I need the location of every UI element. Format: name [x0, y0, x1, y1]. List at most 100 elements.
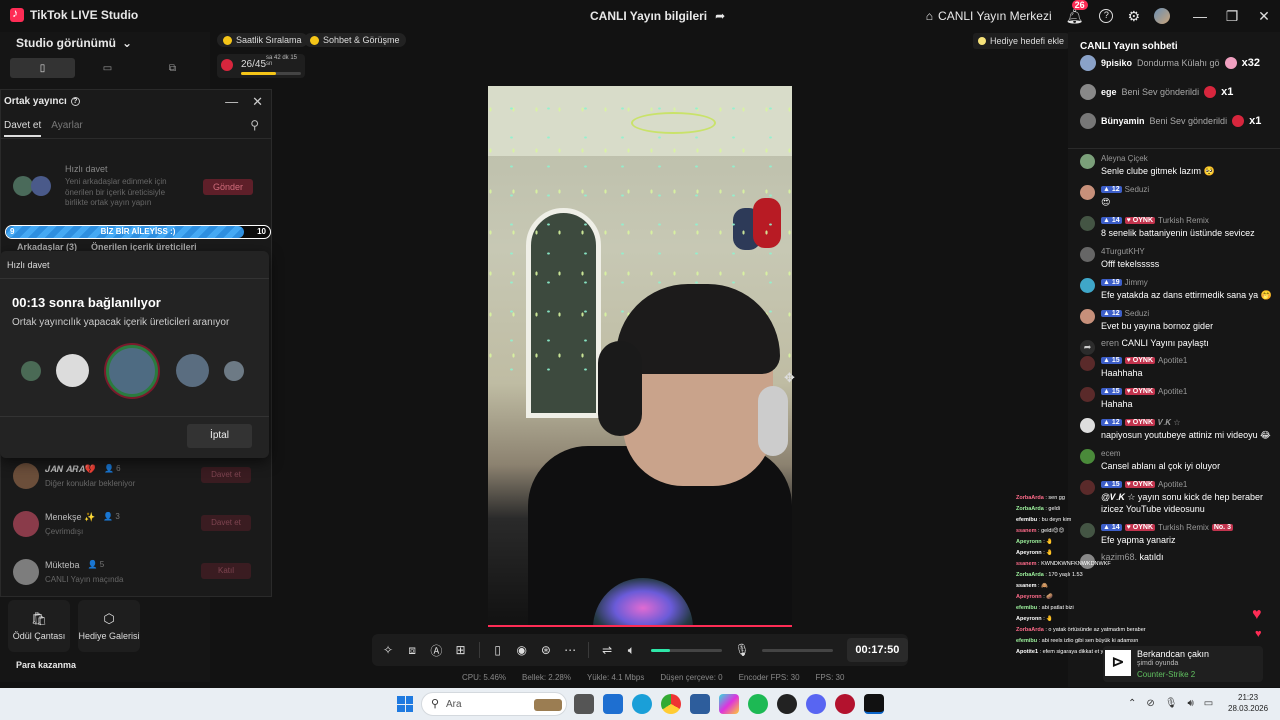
share-user[interactable]: eren [1101, 338, 1119, 348]
gift-count: x32 [1241, 57, 1260, 69]
replay-icon[interactable]: ⊛ [534, 643, 558, 657]
chat-user[interactable]: Jimmy [1125, 278, 1148, 287]
audio-settings-icon[interactable]: ⇌ [595, 643, 619, 657]
stream-preview[interactable] [488, 86, 792, 627]
avatar [1080, 278, 1095, 293]
gift-goal-widget[interactable]: 26/45 sa 42 dk 15 sn [217, 54, 305, 78]
volume-tray-icon[interactable]: 🔊︎ [1187, 698, 1193, 709]
network-icon[interactable]: ⊘ [1146, 698, 1154, 709]
close-button[interactable]: ✕ [1248, 8, 1280, 25]
cancel-button[interactable]: İptal [187, 424, 252, 448]
copilot-icon[interactable] [719, 694, 739, 714]
portrait-view-icon[interactable]: ▯ [10, 58, 75, 78]
divider [0, 278, 269, 279]
add-source-icon[interactable]: ⊞ [448, 643, 472, 657]
now-playing-name: Berkandcan çakın [1137, 649, 1210, 659]
phone-icon[interactable]: ▯ [486, 643, 510, 657]
overlay-chat-line: Apeyronn : 🤚 [1016, 550, 1054, 556]
now-playing-notification[interactable]: ⊳ Berkandcan çakın şimdi oyunda Counter-… [1103, 646, 1263, 682]
chevron-up-icon[interactable]: ⌃ [1128, 698, 1136, 709]
gift-gallery-button[interactable]: ⬡ Hediye Galerisi [78, 600, 140, 652]
task-view-icon[interactable] [574, 694, 594, 714]
info-icon[interactable]: ? [70, 97, 80, 106]
studio-view-dropdown[interactable]: Studio görünümü ⌄ [16, 36, 132, 50]
discord-icon[interactable] [806, 694, 826, 714]
fan-club-badge: ♥ OYNK [1124, 217, 1156, 224]
chat-message: ▲ 12 Seduzi 😍 [1080, 183, 1276, 208]
tab-settings[interactable]: Ayarlar [51, 120, 83, 137]
taskbar-search[interactable]: ⚲ Ara [421, 692, 567, 716]
record-icon[interactable]: ◉ [510, 643, 534, 657]
join-button[interactable]: Katıl [201, 563, 251, 579]
friend-count: 👤 6 [103, 464, 121, 473]
add-gift-goal-button[interactable]: Hediye hedefi ekle [973, 33, 1070, 49]
profile-avatar[interactable] [1154, 8, 1170, 24]
chat-user[interactable]: Seduzi [1125, 185, 1149, 194]
mic-tray-icon[interactable]: 🎙︎ [1165, 698, 1178, 709]
reward-bag-button[interactable]: 🛍︎ Ödül Çantası [8, 600, 70, 652]
chrome-icon[interactable] [661, 694, 681, 714]
microphone-icon[interactable]: 🎙︎ [730, 643, 754, 657]
windows-start-icon[interactable] [397, 696, 413, 712]
invite-button[interactable]: Davet et [201, 467, 251, 483]
add-gift-goal-label: Hediye hedefi ekle [990, 36, 1065, 46]
close-panel-button[interactable]: ✕ [252, 94, 263, 110]
app-icon[interactable] [777, 694, 797, 714]
more-icon[interactable]: ⋯ [558, 643, 582, 657]
minimize-button[interactable]: — [1184, 8, 1216, 24]
live-center-button[interactable]: ⌂ CANLI Yayın Merkezi [926, 9, 1052, 23]
chat-user[interactable]: Aleyna Çiçek [1101, 154, 1148, 163]
send-button[interactable]: Gönder [203, 179, 253, 195]
tab-invite[interactable]: Davet et [4, 120, 42, 137]
quick-invite-desc: Yeni arkadaşlar edinmek için önerilen bi… [65, 177, 167, 207]
battery-icon[interactable]: ▭ [1204, 698, 1213, 709]
ai-icon[interactable]: Ⓐ [424, 642, 448, 659]
rose-gift-icon [221, 59, 233, 71]
suggested-avatar [31, 176, 51, 196]
minimize-panel-button[interactable]: — [225, 94, 238, 110]
gift-text: Beni Sev gönderildi [1121, 87, 1200, 97]
hourly-ranking-button[interactable]: Saatlik Sıralama [217, 33, 308, 47]
level-badge: ▲ 15 [1101, 388, 1122, 395]
help-icon[interactable]: ? [1099, 9, 1114, 23]
chat-user[interactable]: Apotite1 [1158, 387, 1187, 396]
chat-user[interactable]: 𝑽.𝑲 ☆ [1158, 418, 1181, 428]
friend-count: 👤 3 [103, 512, 120, 521]
chat-user[interactable]: 4TurgutKHY [1101, 247, 1145, 256]
avatar [1080, 185, 1095, 200]
magic-wand-icon[interactable]: ✧ [376, 643, 400, 657]
dual-view-icon[interactable]: ⧉ [140, 58, 205, 78]
edge-icon[interactable] [632, 694, 652, 714]
media-player-icon[interactable] [835, 694, 855, 714]
monetization-heading: Para kazanma [16, 660, 77, 670]
avatar [224, 361, 244, 381]
chat-user[interactable]: ecem [1101, 449, 1121, 458]
chat-user[interactable]: Turkish Remix [1158, 216, 1209, 225]
friend-count: 👤 5 [87, 560, 105, 569]
chat-text: Senle clube gitmek lazım 🥺 [1101, 166, 1215, 176]
settings-gear-icon[interactable]: ⚙ [1127, 8, 1140, 25]
search-icon[interactable]: ⚲ [250, 118, 259, 132]
chat-user[interactable]: Apotite1 [1158, 480, 1187, 489]
maximize-button[interactable]: ❐ [1216, 8, 1248, 25]
layout-icon[interactable]: ⧈ [400, 643, 424, 658]
chat-call-button[interactable]: Sohbet & Görüşme [304, 33, 406, 47]
clock[interactable]: 21:23 28.03.2026 [1228, 692, 1268, 714]
overlay-chat-line: Apeyronn : 🤚 [1016, 616, 1054, 622]
landscape-view-icon[interactable]: ▭ [75, 58, 140, 78]
tiktok-studio-icon[interactable] [864, 694, 884, 714]
chat-user[interactable]: Seduzi [1125, 309, 1149, 318]
mic-volume-slider[interactable] [762, 648, 833, 652]
notifications-button[interactable]: 🔔︎ 26 [1066, 0, 1088, 25]
spotify-icon[interactable] [748, 694, 768, 714]
quick-invite-dialog: Hızlı davet 00:13 sonra bağlanılıyor Ort… [0, 251, 269, 458]
settings-app-icon[interactable] [690, 694, 710, 714]
outlook-icon[interactable] [603, 694, 623, 714]
cohost-title-label: Ortak yayıncı [4, 96, 67, 107]
volume-slider[interactable] [651, 648, 722, 652]
chat-user[interactable]: Apotite1 [1158, 356, 1187, 365]
chat-message: ecem Cansel ablanı al çok iyi oluyor [1080, 447, 1276, 472]
invite-button[interactable]: Davet et [201, 515, 251, 531]
live-info-button[interactable]: CANLI Yayın bilgileri ➦ [590, 9, 725, 23]
speaker-icon[interactable]: 🔈︎ [619, 643, 643, 658]
